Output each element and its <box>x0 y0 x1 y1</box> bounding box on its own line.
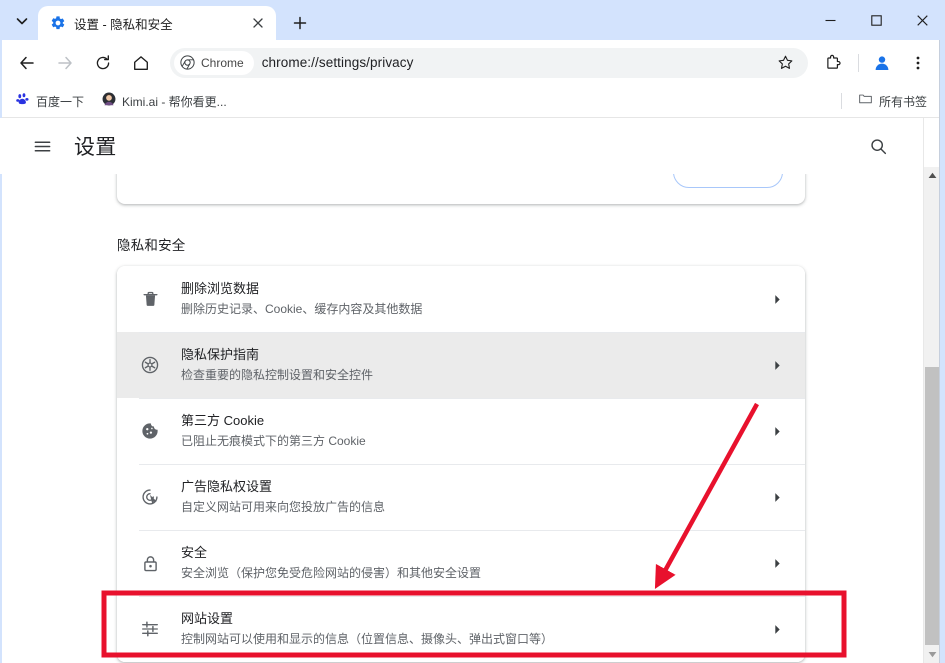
privacy-guide-icon <box>139 354 161 376</box>
back-button[interactable] <box>12 48 42 78</box>
settings-row-ad-privacy[interactable]: 广告隐私权设置 自定义网站可用来向您投放广告的信息 <box>117 464 805 530</box>
bookmark-item-baidu[interactable]: 百度一下 <box>8 89 92 113</box>
three-dot-icon[interactable] <box>903 48 933 78</box>
scrollbar-thumb[interactable] <box>925 367 939 645</box>
settings-row-text: 删除浏览数据 删除历史记录、Cookie、缓存内容及其他数据 <box>181 279 769 319</box>
settings-page: 设置 隐私和安全 删除浏览数据 删除历史记录、Cookie、缓存内容及其他数据 … <box>0 118 945 663</box>
chevron-right-icon[interactable] <box>769 492 785 503</box>
browser-tab[interactable]: 设置 - 隐私和安全 <box>38 6 276 40</box>
folder-icon <box>858 91 873 111</box>
bookmarks-bar: 百度一下 Kimi.ai - 帮你看更... 所有书签 <box>0 85 945 118</box>
row-subtitle: 安全浏览（保护您免受危险网站的侵害）和其他安全设置 <box>181 566 482 580</box>
minimize-button[interactable] <box>807 0 853 40</box>
gear-icon <box>50 15 66 31</box>
row-subtitle: 检查重要的隐私控制设置和安全控件 <box>181 368 374 382</box>
tab-title: 设置 - 隐私和安全 <box>74 17 173 32</box>
lock-icon <box>139 552 161 574</box>
scrollbar-up-arrow[interactable] <box>924 167 940 184</box>
settings-row-security[interactable]: 安全 安全浏览（保护您免受危险网站的侵害）和其他安全设置 <box>117 530 805 596</box>
toolbar-divider <box>858 53 859 72</box>
close-icon[interactable] <box>248 13 268 33</box>
chevron-right-icon[interactable] <box>769 360 785 371</box>
new-tab-button[interactable] <box>286 9 314 37</box>
row-title: 隐私保护指南 <box>181 347 260 362</box>
address-bar[interactable]: Chrome chrome://settings/privacy <box>170 47 808 78</box>
url-text: chrome://settings/privacy <box>261 55 414 70</box>
row-title: 广告隐私权设置 <box>181 479 273 494</box>
chevron-right-icon[interactable] <box>769 558 785 569</box>
row-title: 网站设置 <box>181 611 234 626</box>
row-subtitle: 删除历史记录、Cookie、缓存内容及其他数据 <box>181 302 423 316</box>
hamburger-icon[interactable] <box>24 128 60 164</box>
bookmark-label: Kimi.ai - 帮你看更... <box>122 94 227 109</box>
bookmark-label: 百度一下 <box>36 94 85 109</box>
partial-card-button[interactable] <box>673 174 783 188</box>
cookie-icon <box>139 420 161 442</box>
search-icon[interactable] <box>860 128 896 164</box>
settings-row-text: 广告隐私权设置 自定义网站可用来向您投放广告的信息 <box>181 477 769 517</box>
row-title: 删除浏览数据 <box>181 281 260 296</box>
reload-button[interactable] <box>88 48 118 78</box>
privacy-settings-list: 删除浏览数据 删除历史记录、Cookie、缓存内容及其他数据 隐私保护指南 检查… <box>117 266 805 662</box>
browser-toolbar: Chrome chrome://settings/privacy <box>0 40 945 85</box>
chevron-right-icon[interactable] <box>769 624 785 635</box>
row-subtitle: 自定义网站可用来向您投放广告的信息 <box>181 500 386 514</box>
chevron-right-icon[interactable] <box>769 426 785 437</box>
settings-content: 隐私和安全 删除浏览数据 删除历史记录、Cookie、缓存内容及其他数据 隐私保… <box>0 174 922 662</box>
chrome-chip: Chrome <box>174 50 254 75</box>
trash-icon <box>139 288 161 310</box>
scrollbar-header-gap <box>924 118 940 167</box>
page-scrollbar[interactable] <box>923 118 940 663</box>
window-edge-line <box>939 40 940 663</box>
avatar[interactable] <box>867 48 897 78</box>
settings-row-privacy-guide[interactable]: 隐私保护指南 检查重要的隐私控制设置和安全控件 <box>117 332 805 398</box>
browser-window: 设置 - 隐私和安全 Chrome chrome://settings/priv… <box>0 0 945 663</box>
section-title: 隐私和安全 <box>117 238 186 253</box>
scrollbar-down-arrow[interactable] <box>924 646 940 663</box>
tab-strip: 设置 - 隐私和安全 <box>0 0 314 40</box>
settings-row-site-settings[interactable]: 网站设置 控制网站可以使用和显示的信息（位置信息、摄像头、弹出式窗口等） <box>117 596 805 662</box>
settings-scroll-area: 隐私和安全 删除浏览数据 删除历史记录、Cookie、缓存内容及其他数据 隐私保… <box>0 174 922 663</box>
sliders-icon <box>139 618 161 640</box>
maximize-button[interactable] <box>853 0 899 40</box>
settings-row-delete-browsing-data[interactable]: 删除浏览数据 删除历史记录、Cookie、缓存内容及其他数据 <box>117 266 805 332</box>
row-subtitle: 控制网站可以使用和显示的信息（位置信息、摄像头、弹出式窗口等） <box>181 632 554 646</box>
all-bookmarks-button[interactable]: 所有书签 <box>850 89 935 113</box>
page-title: 设置 <box>74 136 117 159</box>
baidu-paw-icon <box>16 92 30 111</box>
row-title: 第三方 Cookie <box>181 413 265 428</box>
settings-row-text: 网站设置 控制网站可以使用和显示的信息（位置信息、摄像头、弹出式窗口等） <box>181 609 769 649</box>
settings-row-text: 第三方 Cookie 已阻止无痕模式下的第三方 Cookie <box>181 411 769 451</box>
chevron-right-icon[interactable] <box>769 294 785 305</box>
extensions-icon[interactable] <box>818 48 848 78</box>
row-title: 安全 <box>181 545 208 560</box>
window-controls <box>807 0 945 40</box>
bookmarks-divider <box>840 93 842 109</box>
settings-row-third-party-cookies[interactable]: 第三方 Cookie 已阻止无痕模式下的第三方 Cookie <box>117 398 805 464</box>
kimi-avatar-icon <box>102 92 116 111</box>
settings-row-text: 隐私保护指南 检查重要的隐私控制设置和安全控件 <box>181 345 769 385</box>
row-subtitle: 已阻止无痕模式下的第三方 Cookie <box>181 434 366 448</box>
bookmark-item-kimi[interactable]: Kimi.ai - 帮你看更... <box>94 89 235 113</box>
settings-header: 设置 <box>0 118 922 174</box>
omnibox-actions <box>766 48 804 78</box>
star-icon[interactable] <box>770 48 800 78</box>
chrome-chip-label: Chrome <box>201 55 244 70</box>
chrome-logo-icon <box>180 55 195 70</box>
forward-button <box>50 48 80 78</box>
settings-row-text: 安全 安全浏览（保护您免受危险网站的侵害）和其他安全设置 <box>181 543 769 583</box>
all-bookmarks-label: 所有书签 <box>878 94 927 109</box>
home-button[interactable] <box>126 48 156 78</box>
partial-card-row[interactable] <box>117 174 805 200</box>
tab-search-button[interactable] <box>8 7 36 35</box>
partial-card-above <box>117 174 805 204</box>
title-bar: 设置 - 隐私和安全 <box>0 0 945 40</box>
ad-privacy-icon <box>139 486 161 508</box>
